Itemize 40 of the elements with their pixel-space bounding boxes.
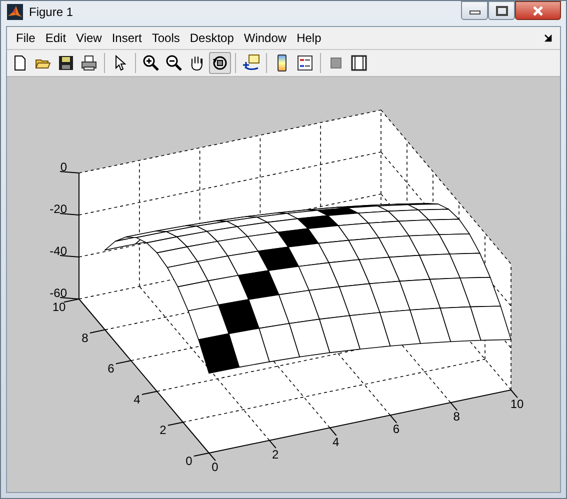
rotate-tool-button[interactable] <box>209 52 231 74</box>
menu-item[interactable]: Help <box>292 31 326 45</box>
zoom-in-icon <box>142 54 160 72</box>
x-tick-label: 6 <box>392 422 400 436</box>
window-title: Figure 1 <box>29 5 74 19</box>
menu-item[interactable]: Edit <box>40 31 72 45</box>
y-tick-label: 2 <box>160 423 166 438</box>
maximize-icon <box>496 6 508 16</box>
z-tick-label: 0 <box>60 160 67 174</box>
y-tick-label: 4 <box>134 392 140 406</box>
x-tick-label: 10 <box>510 397 524 411</box>
z-tick-label: -20 <box>50 202 67 216</box>
dock-arrow-icon[interactable] <box>544 34 552 42</box>
app-icon <box>7 4 23 20</box>
x-tick-label: 8 <box>453 410 460 424</box>
rotate-icon <box>211 54 229 72</box>
maximize-button[interactable] <box>488 1 515 20</box>
x-tick-label: 0 <box>212 460 218 474</box>
legend-icon <box>296 54 314 72</box>
y-tick-label: 6 <box>108 362 114 376</box>
z-tick-label: -40 <box>50 244 67 258</box>
y-tick-label: 10 <box>52 300 66 314</box>
menu-item[interactable]: Desktop <box>184 31 239 45</box>
y-tick-label: 0 <box>186 454 192 468</box>
data-cursor-icon <box>242 54 260 72</box>
frame-icon <box>350 54 368 72</box>
menu-item[interactable]: Window <box>238 31 292 45</box>
zoom-out-icon <box>165 54 183 72</box>
x-tick-label: 4 <box>332 434 340 449</box>
close-icon <box>531 6 545 16</box>
y-tick-label: 8 <box>82 330 88 345</box>
printer-icon <box>80 54 98 72</box>
minimize-button[interactable] <box>461 1 488 20</box>
z-tick-label: -60 <box>50 286 67 300</box>
menu-item[interactable]: View <box>71 31 107 45</box>
menu-item[interactable]: Insert <box>106 31 147 45</box>
menu-item[interactable]: Tools <box>146 31 185 45</box>
x-tick-label: 2 <box>272 447 279 462</box>
menu-item[interactable]: File <box>11 31 40 45</box>
close-button[interactable] <box>515 1 561 20</box>
